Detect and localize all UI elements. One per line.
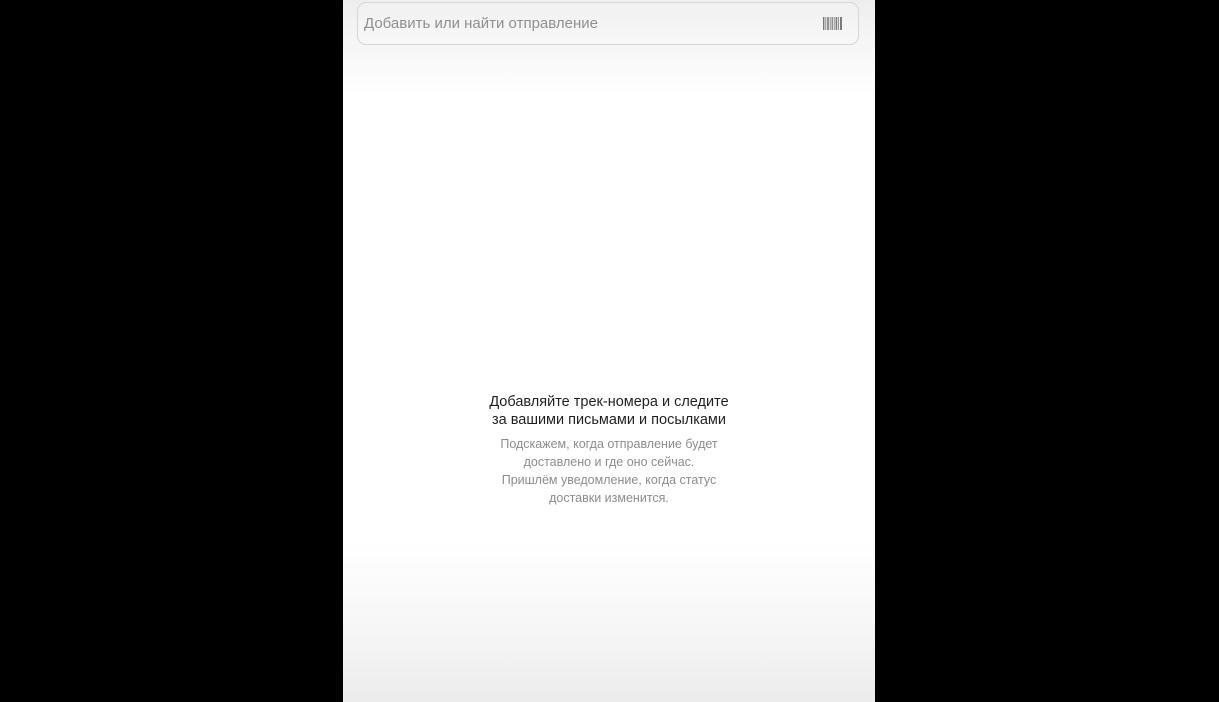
empty-state-description-line: Подскажем, когда отправление будет xyxy=(500,437,718,451)
search-input[interactable] xyxy=(358,3,812,44)
empty-state-description-line: доставки изменится. xyxy=(549,491,669,505)
empty-state-description-line: Пришлём уведомление, когда статус xyxy=(501,473,717,487)
app-screen: Добавляйте трек-номера и следите за вашим… xyxy=(343,0,875,702)
empty-state-title-line: за вашими письмами и посылками xyxy=(491,412,727,428)
empty-state: Добавляйте трек-номера и следите за вашим… xyxy=(343,393,875,507)
barcode-icon xyxy=(822,17,842,30)
empty-state-title-line: Добавляйте трек-номера и следите xyxy=(489,394,729,410)
empty-state-description: Подскажем, когда отправление будет достав… xyxy=(343,435,875,507)
empty-state-title: Добавляйте трек-номера и следите за вашим… xyxy=(343,393,875,429)
video-frame: Добавляйте трек-номера и следите за вашим… xyxy=(0,0,1219,702)
search-bar xyxy=(357,2,859,45)
empty-state-description-line: доставлено и где оно сейчас. xyxy=(523,455,695,469)
scan-barcode-button[interactable] xyxy=(812,3,852,44)
